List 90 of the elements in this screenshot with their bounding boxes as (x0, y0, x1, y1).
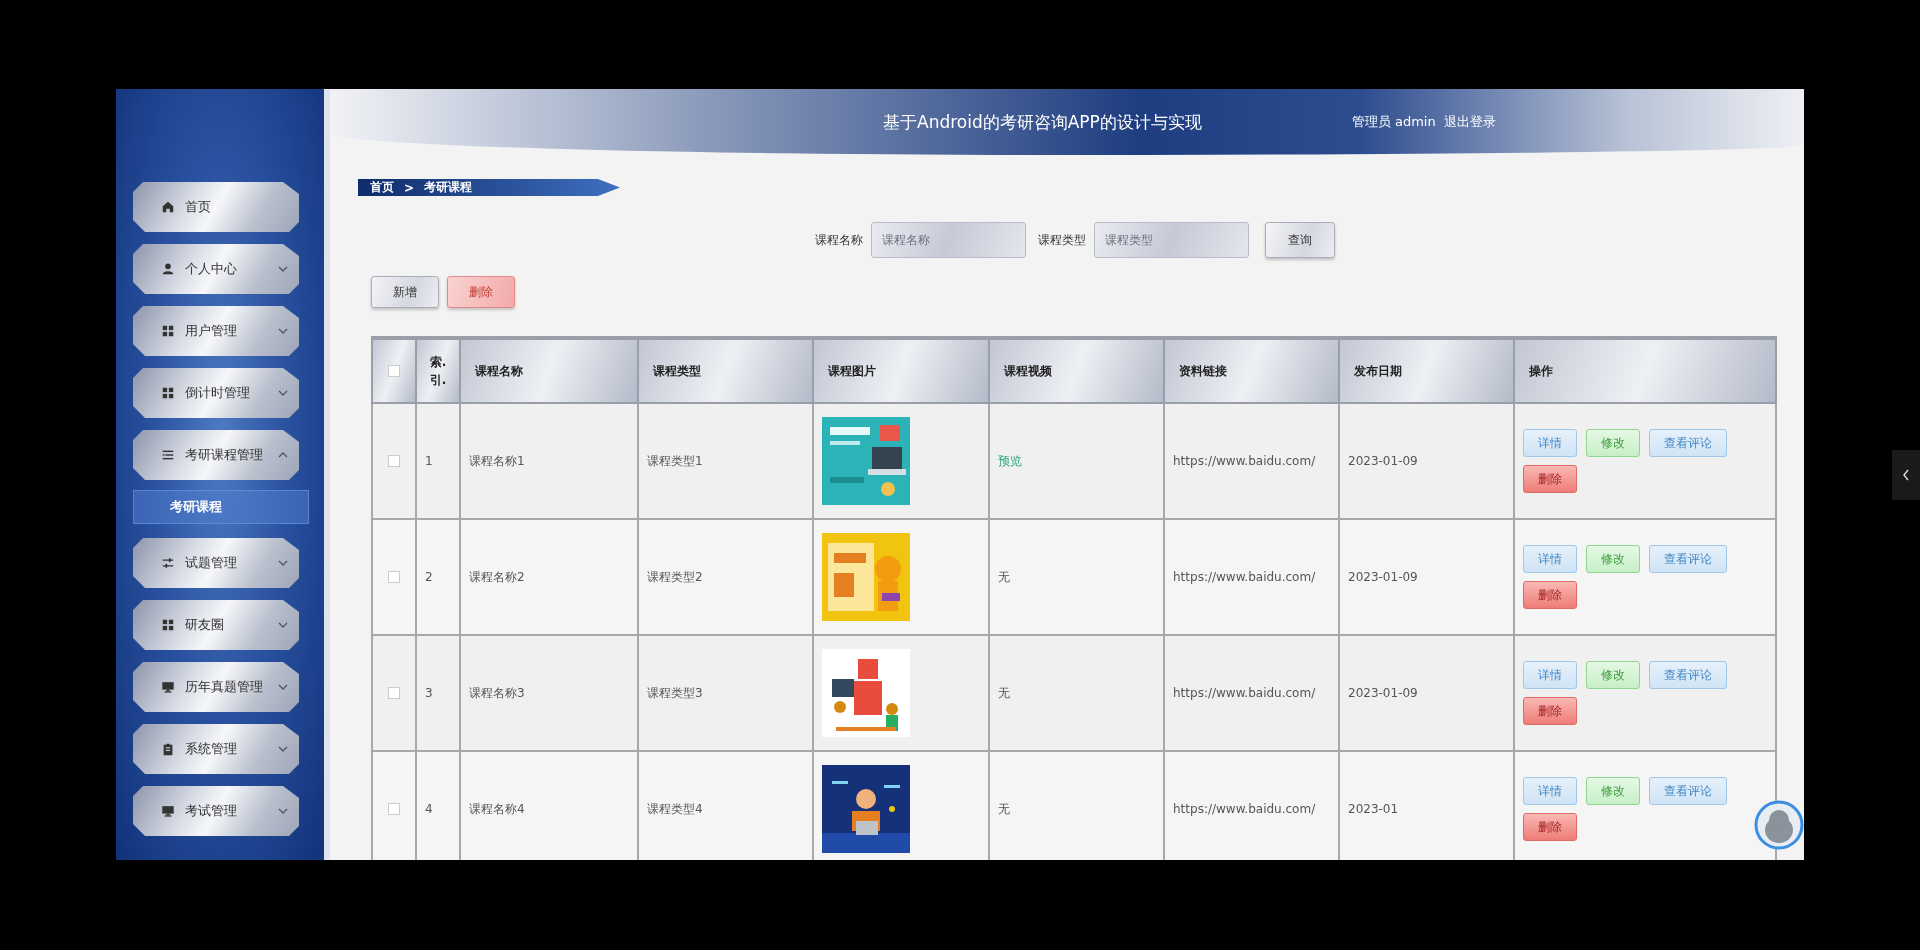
table-cell: 课程类型1 (638, 403, 813, 519)
action-button[interactable]: 修改 (1586, 661, 1640, 689)
column-header: 发布日期 (1339, 338, 1514, 403)
action-button[interactable]: 修改 (1586, 545, 1640, 573)
table-cell: 无 (998, 801, 1010, 816)
home-icon (161, 200, 175, 214)
sliders-icon (161, 556, 175, 570)
column-header: 课程名称 (460, 338, 638, 403)
grid-icon (161, 386, 175, 400)
table-cell: 2023-01-09 (1339, 635, 1514, 751)
table-cell: 课程名称4 (460, 751, 638, 860)
action-button[interactable]: 删除 (1523, 697, 1577, 725)
table-cell: 无 (998, 569, 1010, 584)
table-cell: 课程名称1 (460, 403, 638, 519)
chat-avatar-icon[interactable] (1754, 800, 1804, 850)
logout-link[interactable]: 退出登录 (1443, 113, 1496, 131)
action-button[interactable]: 修改 (1586, 777, 1640, 805)
grid-icon (161, 324, 175, 338)
user-icon (161, 262, 175, 276)
checkbox[interactable] (388, 803, 400, 815)
breadcrumb-separator: > (404, 180, 415, 195)
submenu-item[interactable]: 考研课程 (133, 490, 309, 524)
table-cell: 4 (416, 751, 460, 860)
table-cell: 课程类型3 (638, 635, 813, 751)
table-cell: 3 (416, 635, 460, 751)
app-title: 基于Android的考研咨询APP的设计与实现 (883, 110, 1202, 134)
user-label: 管理员 admin (1351, 113, 1436, 131)
table-cell: 课程名称3 (460, 635, 638, 751)
list-icon (161, 448, 175, 462)
field-label: 课程名称 (815, 231, 863, 249)
grid-icon (161, 618, 175, 632)
table-cell: 2023-01-09 (1339, 519, 1514, 635)
checkbox[interactable] (388, 571, 400, 583)
checkbox[interactable] (388, 455, 400, 467)
action-button[interactable]: 删除 (1523, 813, 1577, 841)
sidebar-item[interactable]: 个人中心 (133, 244, 299, 294)
preview-link[interactable]: 预览 (998, 453, 1022, 468)
add-button[interactable]: 新增 (371, 276, 439, 308)
breadcrumb-item[interactable]: 首页 (370, 179, 394, 196)
monitor-icon (161, 680, 175, 694)
table-cell: 无 (998, 685, 1010, 700)
table-cell: 课程类型2 (638, 519, 813, 635)
sidebar-item[interactable]: 考研课程管理 (133, 430, 299, 480)
action-button[interactable]: 详情 (1523, 545, 1577, 573)
action-button[interactable]: 删除 (1523, 465, 1577, 493)
action-button[interactable]: 查看评论 (1649, 661, 1727, 689)
table-cell: 2023-01 (1339, 751, 1514, 860)
action-button[interactable]: 详情 (1523, 777, 1577, 805)
sidebar-item[interactable]: 研友圈 (133, 600, 299, 650)
field-label: 课程类型 (1038, 231, 1086, 249)
sidebar-item[interactable]: 倒计时管理 (133, 368, 299, 418)
table-cell: 2023-01-09 (1339, 403, 1514, 519)
search-field[interactable]: 课程名称 (871, 222, 1026, 258)
action-button[interactable]: 查看评论 (1649, 545, 1727, 573)
action-button[interactable]: 查看评论 (1649, 777, 1727, 805)
checkbox[interactable] (388, 687, 400, 699)
column-header: 索.引. (416, 338, 460, 403)
column-header: 课程类型 (638, 338, 813, 403)
table-cell: 课程名称2 (460, 519, 638, 635)
column-header: 课程图片 (813, 338, 989, 403)
sidebar-item[interactable]: 试题管理 (133, 538, 299, 588)
action-button[interactable]: 详情 (1523, 661, 1577, 689)
table-cell: https://www.baidu.com/ (1164, 519, 1339, 635)
column-header: 操作 (1514, 338, 1776, 403)
table-cell: https://www.baidu.com/ (1164, 635, 1339, 751)
table-cell: 1 (416, 403, 460, 519)
delete-button[interactable]: 删除 (447, 276, 515, 308)
side-panel-toggle[interactable] (1892, 450, 1920, 500)
sidebar-item[interactable]: 系统管理 (133, 724, 299, 774)
column-header: 课程视频 (989, 338, 1164, 403)
table-cell: 2 (416, 519, 460, 635)
column-header: 资料链接 (1164, 338, 1339, 403)
sidebar-item[interactable]: 考试管理 (133, 786, 299, 836)
sidebar-item[interactable]: 用户管理 (133, 306, 299, 356)
table-cell: 课程类型4 (638, 751, 813, 860)
search-field[interactable]: 课程类型 (1094, 222, 1249, 258)
monitor-icon (161, 804, 175, 818)
action-button[interactable]: 修改 (1586, 429, 1640, 457)
search-button[interactable]: 查询 (1265, 222, 1335, 258)
sidebar-item[interactable]: 历年真题管理 (133, 662, 299, 712)
action-button[interactable]: 详情 (1523, 429, 1577, 457)
table-cell: https://www.baidu.com/ (1164, 403, 1339, 519)
action-button[interactable]: 删除 (1523, 581, 1577, 609)
table-cell: https://www.baidu.com/ (1164, 751, 1339, 860)
action-button[interactable]: 查看评论 (1649, 429, 1727, 457)
breadcrumb-item: 考研课程 (424, 179, 473, 196)
checkbox[interactable] (388, 365, 400, 377)
clipboard-icon (161, 742, 175, 756)
chevron-left-icon (1901, 468, 1911, 482)
sidebar-item[interactable]: 首页 (133, 182, 299, 232)
